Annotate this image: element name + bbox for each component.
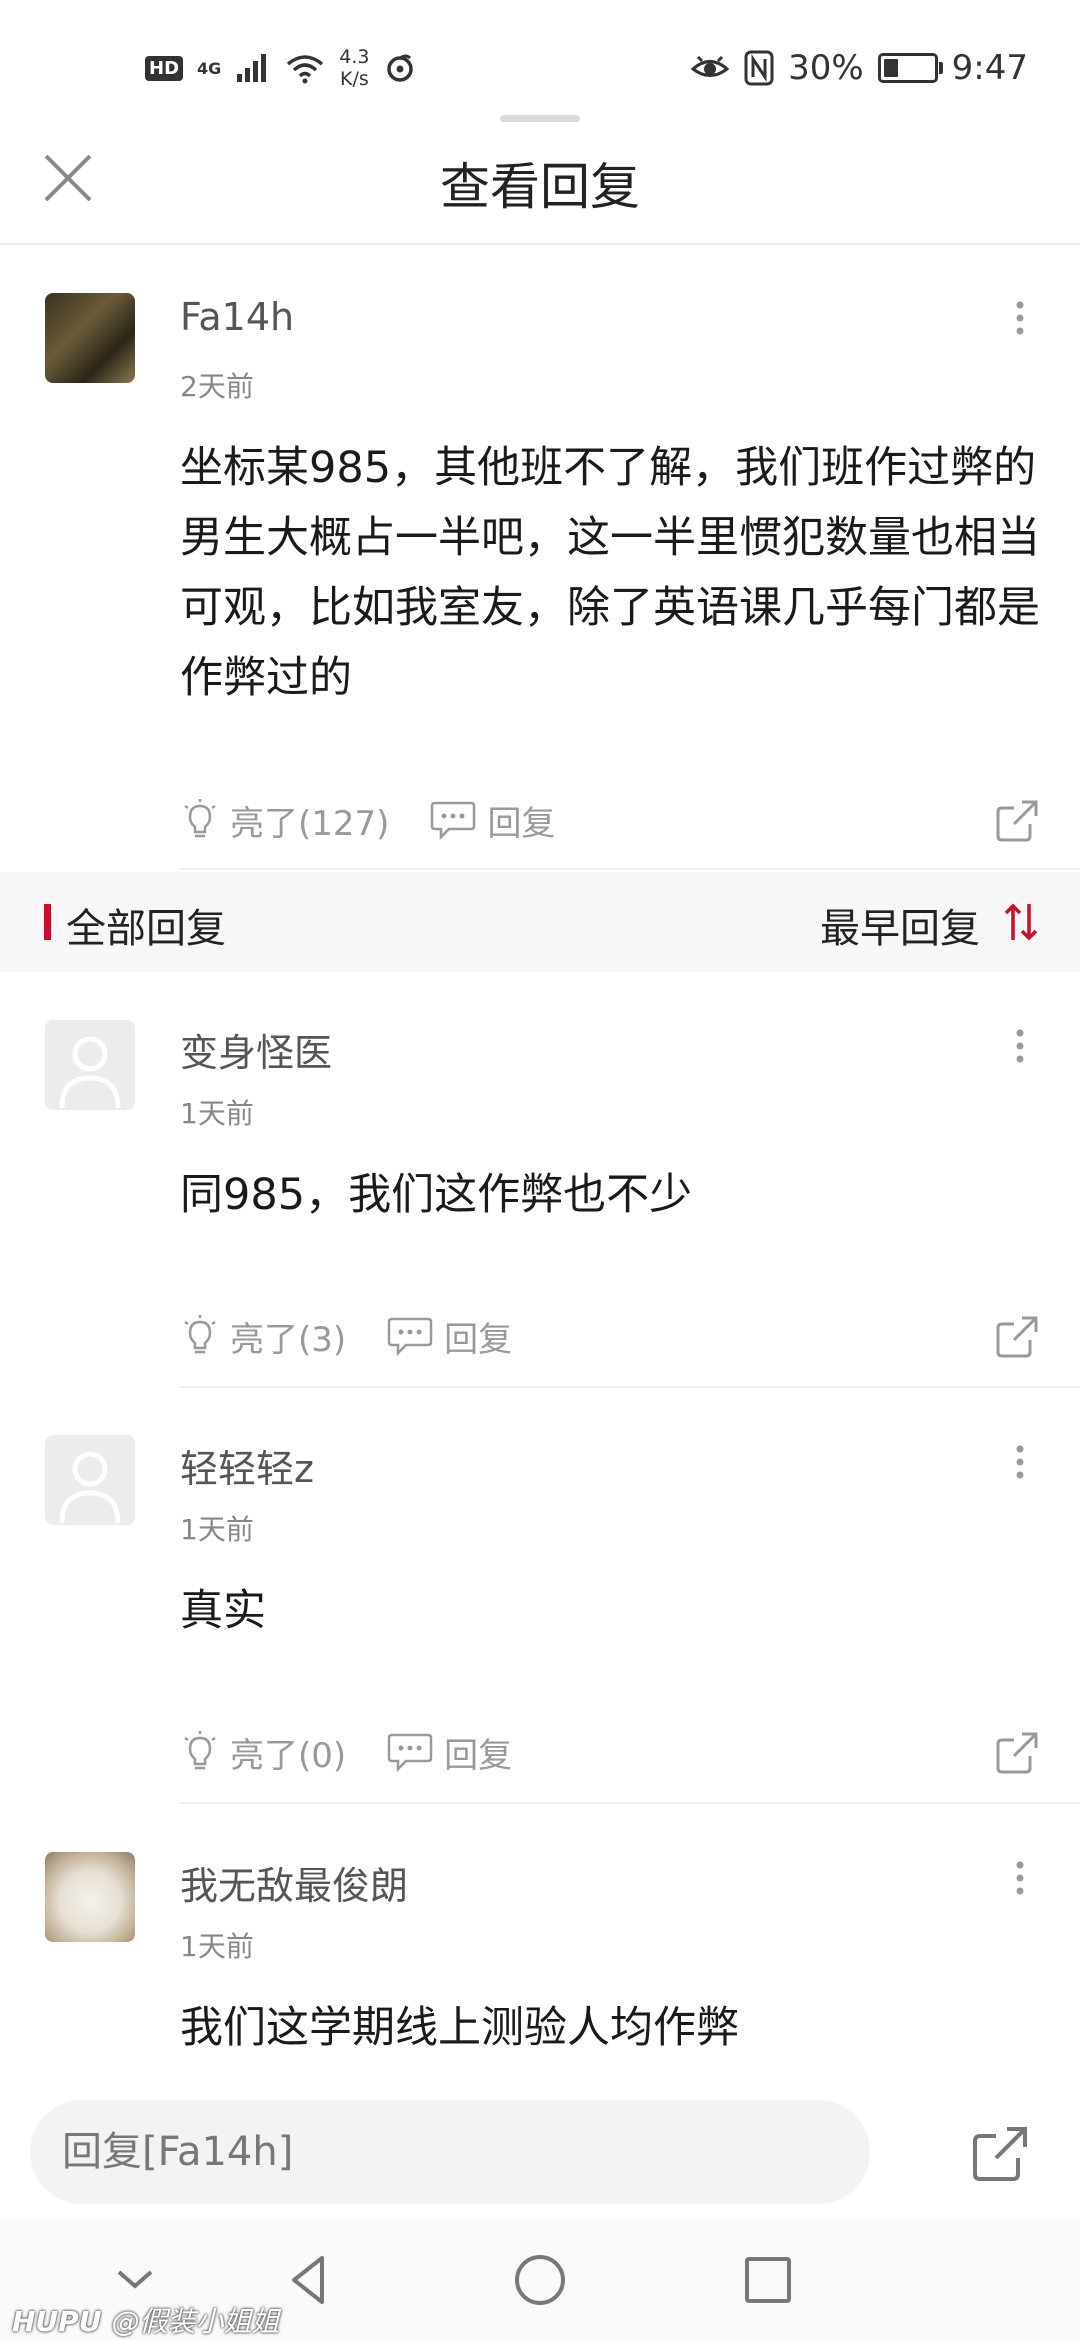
- lightbulb-icon: [184, 1731, 216, 1770]
- reply-content: 真实: [180, 1586, 266, 1636]
- reply-content: 同985，我们这作弊也不少: [180, 1170, 693, 1220]
- more-icon[interactable]: [1010, 1858, 1030, 1898]
- reply-bar: [0, 2080, 1080, 2220]
- username[interactable]: 我无敌最俊朗: [180, 1855, 408, 1910]
- hd-badge: HD: [145, 55, 184, 81]
- like-button[interactable]: 亮了(127): [180, 796, 389, 845]
- share-icon[interactable]: [994, 1730, 1040, 1776]
- share-icon[interactable]: [970, 2124, 1030, 2184]
- page-title: 查看回复: [440, 158, 640, 216]
- more-icon[interactable]: [1010, 1026, 1030, 1066]
- reply-input[interactable]: [30, 2100, 870, 2204]
- replies-section-header: 全部回复 最早回复: [0, 872, 1080, 972]
- comment-icon: [387, 1733, 433, 1773]
- nfc-icon: [744, 50, 774, 86]
- username[interactable]: Fa14h: [180, 295, 294, 339]
- sheet-grabber[interactable]: [500, 115, 580, 122]
- like-button[interactable]: 亮了(3): [180, 1312, 346, 1361]
- lightbulb-icon: [184, 799, 216, 838]
- battery-icon: [877, 53, 943, 83]
- clock: 9:47: [951, 48, 1028, 88]
- reply-actions: 亮了(0) 回复: [180, 1722, 1040, 1782]
- network-type: 4G: [197, 58, 222, 78]
- comment-icon: [387, 1317, 433, 1357]
- like-label: 亮了(3): [230, 1319, 347, 1360]
- reply-label: 回复: [487, 803, 556, 844]
- lightbulb-icon: [184, 1315, 216, 1354]
- reply-content: 我们这学期线上测验人均作弊: [180, 2003, 739, 2053]
- speed-value: 4.3: [339, 46, 370, 68]
- post-actions: 亮了(127) 回复: [180, 790, 1040, 850]
- like-button[interactable]: 亮了(0): [180, 1728, 346, 1777]
- home-icon[interactable]: [510, 2250, 570, 2310]
- status-bar: HD 4G 4.3 K/s 30% 9:47: [0, 0, 1080, 120]
- reply-label: 回复: [444, 1319, 513, 1360]
- username[interactable]: 轻轻轻z: [180, 1438, 314, 1493]
- divider: [180, 1386, 1080, 1388]
- section-title: 全部回复: [66, 906, 226, 952]
- post-content: 坐标某985，其他班不了解，我们班作过弊的男生大概占一半吧，这一半里惯犯数量也相…: [180, 443, 1040, 703]
- sort-icon[interactable]: [1002, 900, 1040, 944]
- comment-icon: [431, 801, 476, 841]
- reply-button[interactable]: 回复: [386, 1728, 512, 1777]
- divider: [180, 1802, 1080, 1804]
- default-avatar-icon: [59, 1451, 121, 1524]
- reply-button[interactable]: 回复: [429, 796, 555, 845]
- reply-actions: 亮了(3) 回复: [180, 1306, 1040, 1366]
- watermark: HUPU @假装小姐姐: [12, 2300, 279, 2340]
- post-time: 2天前: [180, 370, 254, 403]
- sort-button[interactable]: 最早回复: [820, 896, 980, 954]
- battery-level: [883, 59, 899, 77]
- recents-icon[interactable]: [738, 2250, 798, 2310]
- like-label: 亮了(0): [230, 1735, 347, 1776]
- eye-comfort-icon: [690, 55, 730, 77]
- reply-time: 1天前: [180, 1097, 254, 1130]
- watermark-handle: @假装小姐姐: [111, 2305, 280, 2338]
- avatar[interactable]: [45, 1435, 135, 1525]
- more-icon[interactable]: [1010, 1442, 1030, 1482]
- header: 查看回复: [0, 125, 1080, 245]
- battery-percent: 30%: [788, 48, 864, 88]
- reply-time: 1天前: [180, 1930, 254, 1963]
- avatar[interactable]: [45, 1852, 135, 1942]
- network-speed: 4.3 K/s: [339, 46, 369, 90]
- avatar[interactable]: [45, 1020, 135, 1110]
- share-icon[interactable]: [994, 1314, 1040, 1360]
- section-accent: [44, 904, 51, 940]
- watermark-brand: HUPU: [12, 2305, 102, 2338]
- like-label: 亮了(127): [230, 803, 390, 844]
- more-icon[interactable]: [1010, 298, 1030, 338]
- username[interactable]: 变身怪医: [180, 1022, 332, 1077]
- wifi-icon: [287, 55, 324, 84]
- reply-button[interactable]: 回复: [386, 1312, 512, 1361]
- divider: [180, 868, 1080, 870]
- default-avatar-icon: [59, 1036, 121, 1109]
- reply-label: 回复: [444, 1735, 513, 1776]
- avatar[interactable]: [45, 293, 135, 383]
- reply-time: 1天前: [180, 1513, 254, 1546]
- share-icon[interactable]: [994, 798, 1040, 844]
- speed-unit: K/s: [340, 68, 369, 90]
- signal-icon: [237, 54, 267, 82]
- back-icon[interactable]: [280, 2250, 340, 2310]
- netease-music-icon: [386, 54, 413, 82]
